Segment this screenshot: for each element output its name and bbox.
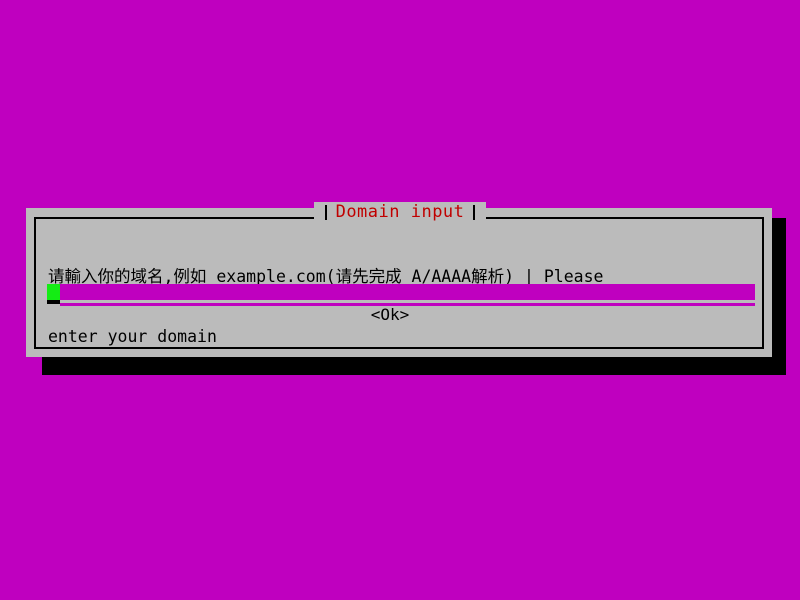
prompt-line-2: enter your domain (48, 327, 217, 346)
ok-button[interactable]: <Ok> (371, 305, 410, 325)
dialog-button-row: <Ok> (26, 305, 754, 325)
domain-input-row[interactable] (47, 284, 755, 306)
text-cursor (47, 284, 60, 300)
terminal-screen: Domain input 请輸入你的域名,例如 example.com(请先完成… (0, 0, 800, 600)
domain-input-field[interactable] (60, 284, 755, 300)
text-cursor-underline (47, 300, 60, 304)
